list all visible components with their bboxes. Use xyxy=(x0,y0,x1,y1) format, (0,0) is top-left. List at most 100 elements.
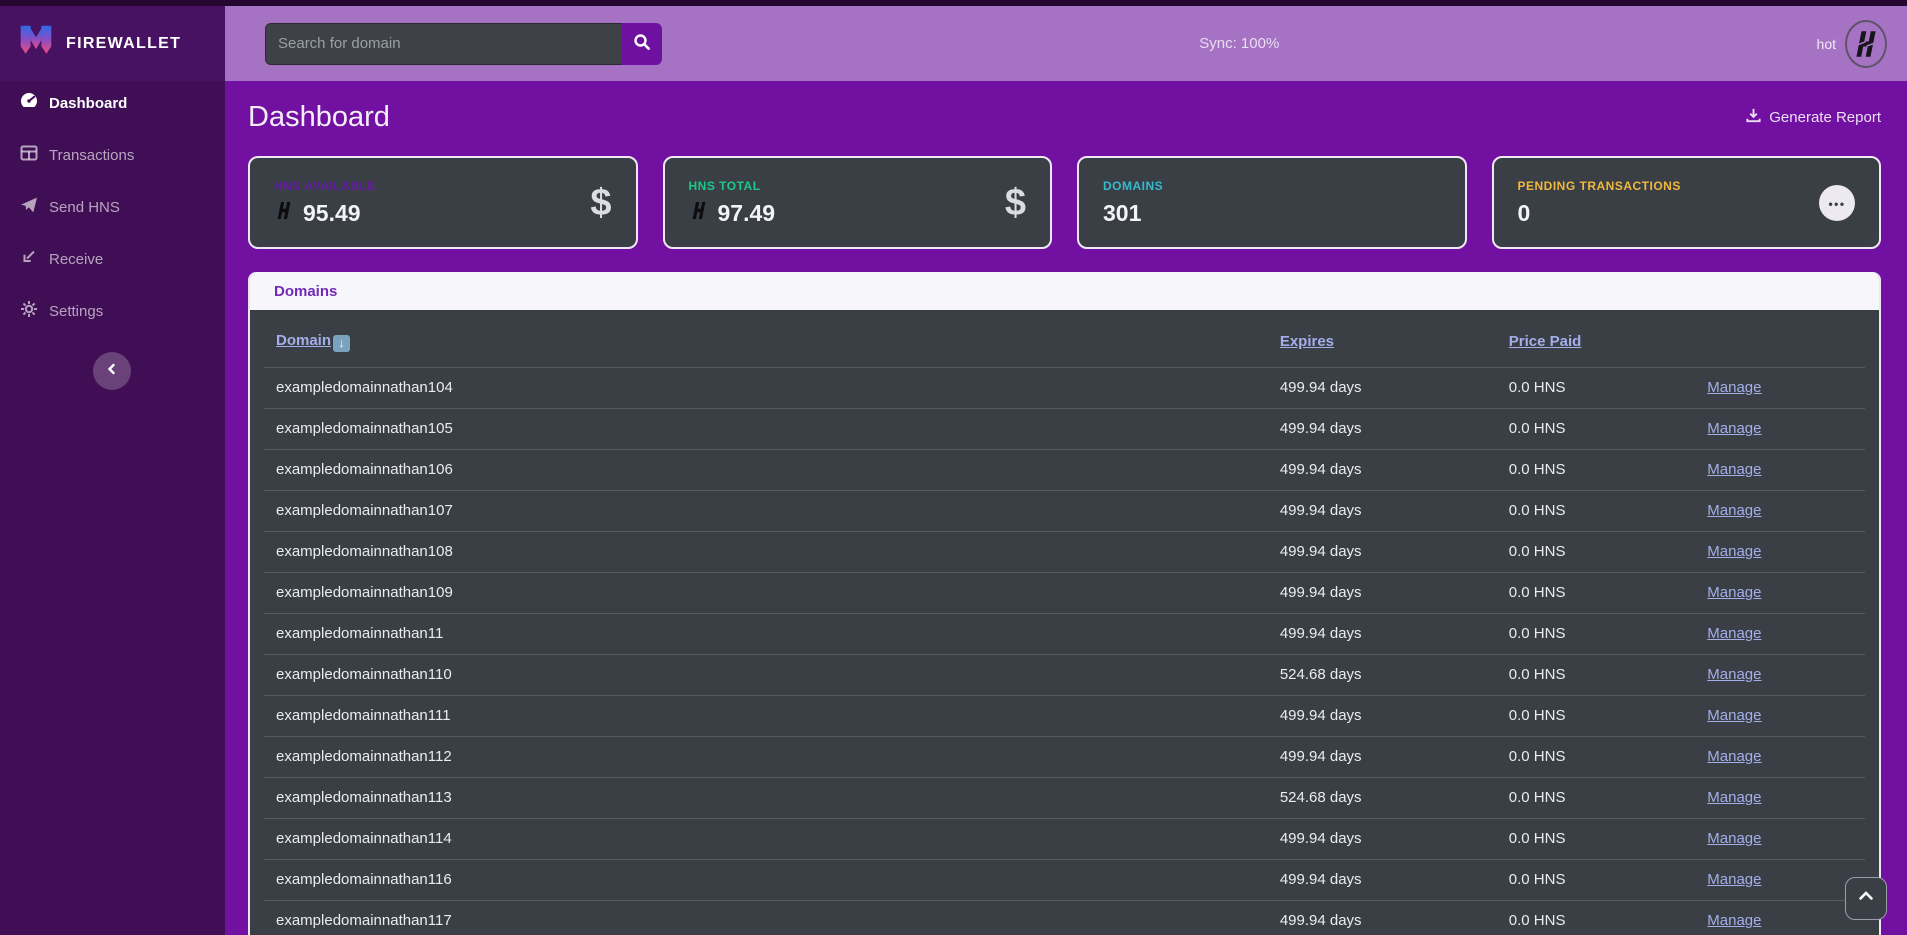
domain-cell: exampledomainnathan106 xyxy=(264,449,1268,490)
brand: FIREWALLET xyxy=(0,0,225,81)
price-cell: 0.0 HNS xyxy=(1497,695,1696,736)
actions-cell: Manage xyxy=(1695,654,1865,695)
manage-link[interactable]: Manage xyxy=(1707,379,1761,396)
sort-by-domain-link[interactable]: Domain xyxy=(276,332,331,349)
card-value: 301 xyxy=(1103,200,1163,227)
expires-cell: 499.94 days xyxy=(1268,695,1497,736)
manage-link[interactable]: Manage xyxy=(1707,830,1761,847)
domain-cell: exampledomainnathan104 xyxy=(264,367,1268,408)
sidebar-item-settings[interactable]: Settings xyxy=(0,293,225,329)
page-head: Dashboard Generate Report xyxy=(248,94,1881,140)
search-input[interactable] xyxy=(265,23,622,65)
price-cell: 0.0 HNS xyxy=(1497,900,1696,935)
sidebar-collapse-button[interactable] xyxy=(93,352,131,390)
chevron-left-icon xyxy=(104,361,120,382)
card-label: HNS AVAILABLE xyxy=(274,179,376,193)
card-value: 97.49 xyxy=(689,200,776,227)
manage-link[interactable]: Manage xyxy=(1707,748,1761,765)
actions-cell: Manage xyxy=(1695,613,1865,654)
manage-link[interactable]: Manage xyxy=(1707,871,1761,888)
dollar-sign-icon: $ xyxy=(590,184,611,222)
manage-link[interactable]: Manage xyxy=(1707,420,1761,437)
expires-cell: 499.94 days xyxy=(1268,572,1497,613)
column-header-domain: Domain↓ xyxy=(264,310,1268,367)
topbar: Sync: 100% hot xyxy=(225,6,1907,81)
expires-cell: 524.68 days xyxy=(1268,654,1497,695)
table-row: exampledomainnathan117 499.94 days 0.0 H… xyxy=(264,900,1865,935)
price-cell: 0.0 HNS xyxy=(1497,490,1696,531)
manage-link[interactable]: Manage xyxy=(1707,543,1761,560)
table-row: exampledomainnathan107 499.94 days 0.0 H… xyxy=(264,490,1865,531)
price-cell: 0.0 HNS xyxy=(1497,572,1696,613)
manage-link[interactable]: Manage xyxy=(1707,912,1761,929)
card-label: DOMAINS xyxy=(1103,179,1163,193)
domain-cell: exampledomainnathan105 xyxy=(264,408,1268,449)
expires-cell: 499.94 days xyxy=(1268,490,1497,531)
sidebar: FIREWALLET Dashboard Tran xyxy=(0,0,225,935)
manage-link[interactable]: Manage xyxy=(1707,625,1761,642)
sidebar-item-transactions[interactable]: Transactions xyxy=(0,137,225,173)
ellipsis-icon: ••• xyxy=(1828,197,1845,211)
page-title: Dashboard xyxy=(248,101,390,134)
sort-by-expires-link[interactable]: Expires xyxy=(1280,333,1334,350)
sidebar-item-label: Receive xyxy=(49,251,103,268)
table-row: exampledomainnathan113 524.68 days 0.0 H… xyxy=(264,777,1865,818)
dollar-sign-icon: $ xyxy=(1005,184,1026,222)
sort-by-price-link[interactable]: Price Paid xyxy=(1509,333,1582,350)
domains-panel: Domains Domain↓ Expires Price Paid xyxy=(248,272,1881,935)
expires-cell: 499.94 days xyxy=(1268,900,1497,935)
manage-link[interactable]: Manage xyxy=(1707,707,1761,724)
domain-cell: exampledomainnathan107 xyxy=(264,490,1268,531)
manage-link[interactable]: Manage xyxy=(1707,666,1761,683)
expires-cell: 499.94 days xyxy=(1268,613,1497,654)
actions-cell: Manage xyxy=(1695,818,1865,859)
scroll-to-top-button[interactable] xyxy=(1845,877,1887,920)
actions-cell: Manage xyxy=(1695,408,1865,449)
sidebar-item-dashboard[interactable]: Dashboard xyxy=(0,85,225,121)
sync-status: Sync: 100% xyxy=(662,35,1817,52)
price-cell: 0.0 HNS xyxy=(1497,531,1696,572)
table-header-row: Domain↓ Expires Price Paid xyxy=(264,310,1865,367)
gear-icon xyxy=(20,300,38,322)
main-content: Dashboard Generate Report HNS AVAILABLE … xyxy=(225,81,1907,935)
sidebar-item-receive[interactable]: Receive xyxy=(0,241,225,277)
table-row: exampledomainnathan114 499.94 days 0.0 H… xyxy=(264,818,1865,859)
domains-table: Domain↓ Expires Price Paid exampledomain… xyxy=(264,310,1865,935)
actions-cell: Manage xyxy=(1695,777,1865,818)
actions-cell: Manage xyxy=(1695,449,1865,490)
manage-link[interactable]: Manage xyxy=(1707,789,1761,806)
card-label: PENDING TRANSACTIONS xyxy=(1518,179,1681,193)
stat-cards: HNS AVAILABLE 95.49 $ HNS TOTAL 97.49 xyxy=(248,156,1881,249)
table-icon xyxy=(20,144,38,166)
receive-arrow-icon xyxy=(20,248,38,270)
stat-card-pending-transactions: PENDING TRANSACTIONS 0 ••• xyxy=(1492,156,1882,249)
sidebar-item-label: Settings xyxy=(49,303,103,320)
ellipsis-menu-button[interactable]: ••• xyxy=(1819,185,1855,221)
card-info: HNS AVAILABLE 95.49 xyxy=(274,179,376,227)
domain-cell: exampledomainnathan11 xyxy=(264,613,1268,654)
table-row: exampledomainnathan112 499.94 days 0.0 H… xyxy=(264,736,1865,777)
card-value: 0 xyxy=(1518,200,1681,227)
sidebar-item-send-hns[interactable]: Send HNS xyxy=(0,189,225,225)
price-cell: 0.0 HNS xyxy=(1497,654,1696,695)
manage-link[interactable]: Manage xyxy=(1707,461,1761,478)
actions-cell: Manage xyxy=(1695,736,1865,777)
manage-link[interactable]: Manage xyxy=(1707,584,1761,601)
brand-name: FIREWALLET xyxy=(66,35,181,53)
domains-panel-title: Domains xyxy=(274,283,337,300)
table-row: exampledomainnathan108 499.94 days 0.0 H… xyxy=(264,531,1865,572)
manage-link[interactable]: Manage xyxy=(1707,502,1761,519)
sidebar-item-label: Dashboard xyxy=(49,95,127,112)
wallet-selector[interactable]: hot xyxy=(1817,20,1887,68)
stat-card-domains: DOMAINS 301 xyxy=(1077,156,1467,249)
price-cell: 0.0 HNS xyxy=(1497,777,1696,818)
expires-cell: 499.94 days xyxy=(1268,736,1497,777)
table-row: exampledomainnathan104 499.94 days 0.0 H… xyxy=(264,367,1865,408)
generate-report-label: Generate Report xyxy=(1769,109,1881,126)
card-info: PENDING TRANSACTIONS 0 xyxy=(1518,179,1681,227)
search-button[interactable] xyxy=(622,23,662,65)
expires-cell: 499.94 days xyxy=(1268,408,1497,449)
card-number: 97.49 xyxy=(718,200,776,227)
card-number: 301 xyxy=(1103,200,1141,227)
generate-report-button[interactable]: Generate Report xyxy=(1745,107,1881,128)
